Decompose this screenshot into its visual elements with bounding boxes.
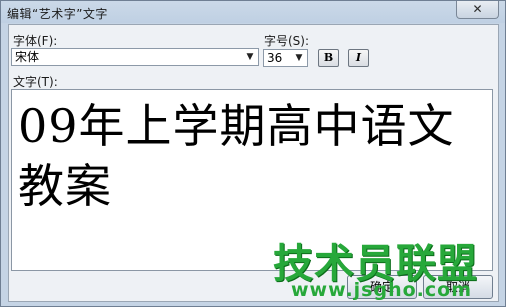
cancel-button[interactable]: 取消 xyxy=(423,275,493,299)
window-title: 编辑“艺术字”文字 xyxy=(7,7,108,21)
close-icon: ✕ xyxy=(472,2,483,16)
text-input[interactable]: 09年上学期高中语文教案 xyxy=(11,89,493,271)
size-select[interactable]: 36 ▼ xyxy=(263,49,308,67)
chevron-down-icon[interactable]: ▼ xyxy=(243,50,257,64)
bold-icon: B xyxy=(323,51,334,64)
size-label: 字号(S): xyxy=(264,34,310,48)
font-select[interactable]: 宋体 ▼ xyxy=(11,48,259,66)
dialog-window: 编辑“艺术字”文字 ✕ 字体(F): 宋体 ▼ 字号(S): 36 ▼ B I … xyxy=(0,0,506,307)
font-select-value: 宋体 xyxy=(15,50,40,64)
italic-icon: I xyxy=(355,51,362,64)
ok-button[interactable]: 确定 xyxy=(347,275,417,299)
title-bar: 编辑“艺术字”文字 ✕ xyxy=(1,1,506,24)
bold-button[interactable]: B xyxy=(318,49,339,67)
close-button[interactable]: ✕ xyxy=(456,1,499,19)
text-label: 文字(T): xyxy=(13,75,58,89)
italic-button[interactable]: I xyxy=(348,49,369,67)
chevron-down-icon[interactable]: ▼ xyxy=(292,51,306,65)
size-select-value: 36 xyxy=(267,51,283,65)
font-label: 字体(F): xyxy=(13,34,58,48)
